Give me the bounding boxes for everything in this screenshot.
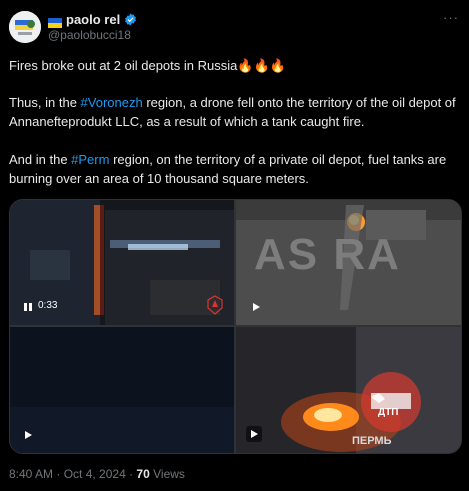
fire-service-emblem-icon xyxy=(206,295,224,315)
perm-watermark: ПЕРМЬ xyxy=(352,435,392,447)
media-grid: AS RA ПЕРМЬ ДТП 0:33 xyxy=(9,199,462,454)
astra-watermark: AS RA xyxy=(254,230,401,279)
hashtag-perm[interactable]: #Perm xyxy=(71,152,109,167)
play-icon-tile-2[interactable] xyxy=(248,299,264,315)
video-tile-4[interactable]: ПЕРМЬ ДТП xyxy=(236,327,461,453)
meta-separator-2: · xyxy=(125,467,137,481)
video-tile-2[interactable]: AS RA xyxy=(236,200,461,325)
p3-before: And in the xyxy=(9,152,72,167)
more-options-icon[interactable]: ··· xyxy=(443,10,459,25)
video-duration: 0:33 xyxy=(38,300,58,311)
author-handle[interactable]: @paolobucci18 xyxy=(48,28,131,42)
dtp-watermark: ДТП xyxy=(378,407,399,418)
verified-badge-icon xyxy=(124,13,137,26)
author-name-row[interactable]: paolo rel xyxy=(48,12,137,28)
meta-separator-1: · xyxy=(53,467,64,481)
post-time[interactable]: 8:40 AM xyxy=(9,467,53,481)
tweet-line-1: Fires broke out at 2 oil depots in Russi… xyxy=(9,56,286,75)
p2-before: Thus, in the xyxy=(9,95,81,110)
tweet-line-1-text: Fires broke out at 2 oil depots in Russi… xyxy=(9,58,238,73)
tweet-paragraph-2: Thus, in the #Voronezh region, a drone f… xyxy=(9,93,461,131)
play-icon-tile-4[interactable] xyxy=(246,426,262,442)
tweet-meta: 8:40 AM · Oct 4, 2024 · 70 Views xyxy=(9,467,185,481)
ukraine-flag-icon xyxy=(48,15,62,28)
display-name[interactable]: paolo rel xyxy=(66,12,120,27)
views-count: 70 xyxy=(136,467,150,481)
avatar[interactable] xyxy=(9,11,41,43)
views-label: Views xyxy=(149,467,185,481)
post-date[interactable]: Oct 4, 2024 xyxy=(64,467,126,481)
hashtag-voronezh[interactable]: #Voronezh xyxy=(81,95,143,110)
fire-emoji: 🔥🔥🔥 xyxy=(237,58,286,73)
pause-icon[interactable] xyxy=(20,299,36,315)
video-tile-3[interactable] xyxy=(10,327,234,453)
tweet-paragraph-3: And in the #Perm region, on the territor… xyxy=(9,150,461,188)
play-icon-tile-3[interactable] xyxy=(20,427,36,443)
